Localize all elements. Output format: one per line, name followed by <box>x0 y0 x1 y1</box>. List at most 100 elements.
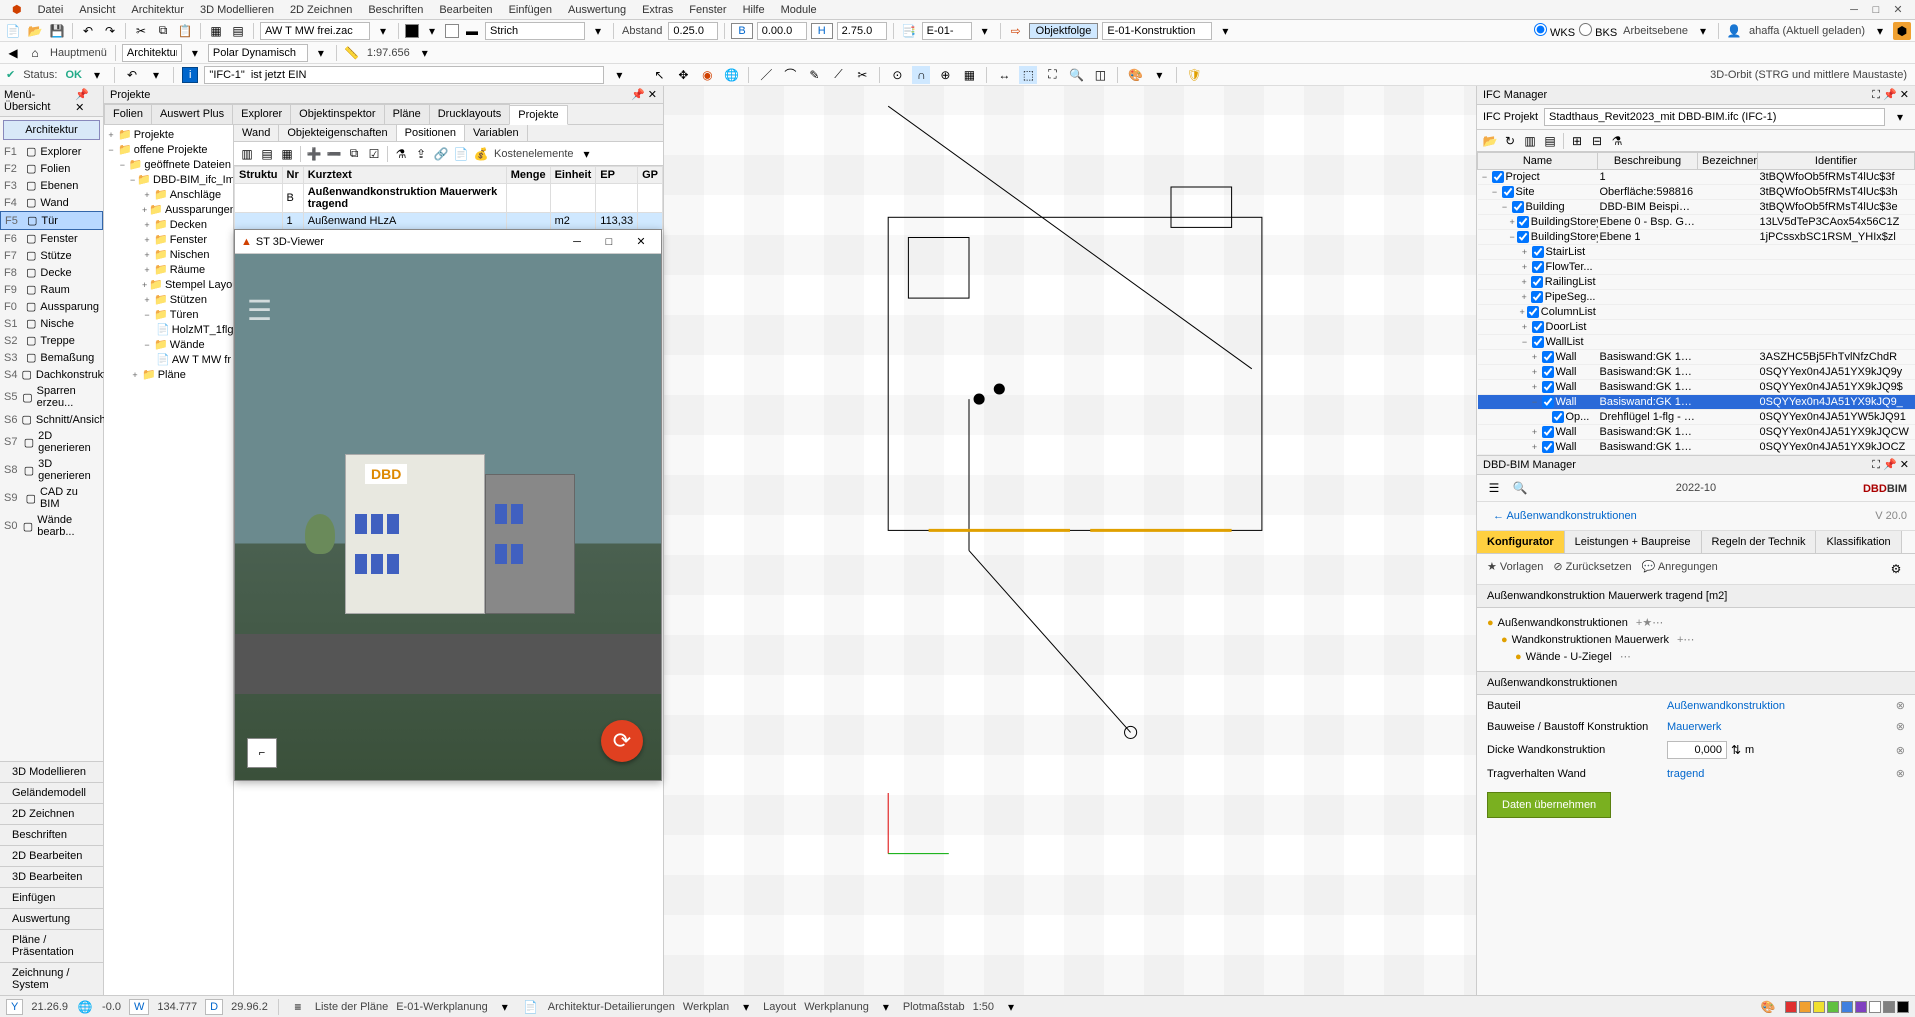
pos-col[interactable]: Einheit <box>550 167 596 184</box>
plan-name[interactable]: E-01-Werkplanung <box>396 1001 488 1013</box>
ifc-row[interactable]: +PipeSeg... <box>1478 290 1915 305</box>
ifc-checkbox[interactable] <box>1542 351 1554 363</box>
ifc-row[interactable]: −BuildingStoreyEbene 11jPCssxbSC1RSM_YHI… <box>1478 230 1915 245</box>
shield-icon[interactable]: 🛡 <box>1185 66 1203 84</box>
architektur-button[interactable]: Architektur <box>3 120 100 140</box>
tab-auswertplus[interactable]: Auswert Plus <box>151 104 233 124</box>
dbd-submit-button[interactable]: Daten übernehmen <box>1487 792 1611 818</box>
layers-icon[interactable]: ☰ <box>247 294 272 327</box>
axis-widget[interactable]: ⌐ <box>247 738 277 768</box>
hauptmenu-label[interactable]: Hauptmenü <box>48 47 109 59</box>
tab-explorer[interactable]: Explorer <box>232 104 291 124</box>
drawing-canvas[interactable] <box>664 86 1477 995</box>
fg-color-swatch[interactable] <box>405 24 419 38</box>
snap-grid-icon[interactable]: ▦ <box>960 66 978 84</box>
shortcut-ebenen[interactable]: F3▢Ebenen <box>0 177 103 194</box>
shortcut-tr[interactable]: F5▢Tür <box>0 211 103 230</box>
arbeitsebene-dropdown-icon[interactable]: ▾ <box>1694 22 1712 40</box>
shortcut-raum[interactable]: F9▢Raum <box>0 281 103 298</box>
dbd-bc-item[interactable]: ●Wandkonstruktionen Mauerwerk+⋯ <box>1487 631 1905 648</box>
objektfolge-icon[interactable]: ⇨ <box>1007 22 1025 40</box>
tab-folien[interactable]: Folien <box>104 104 152 124</box>
ifc-checkbox[interactable] <box>1531 276 1543 288</box>
color-swatch[interactable] <box>1869 1001 1881 1013</box>
dbd-bc-item[interactable]: ●Wände - U-Ziegel⋯ <box>1487 648 1905 665</box>
dbd-prop-delete-icon[interactable]: ⊗ <box>1896 744 1905 757</box>
shortcut-dgenerieren[interactable]: S7▢2D generieren <box>0 428 103 456</box>
view-3d-icon[interactable]: ◫ <box>1091 66 1109 84</box>
bottom-btn-auswertung[interactable]: Auswertung <box>0 908 103 929</box>
color-swatch[interactable] <box>1883 1001 1895 1013</box>
dbd-panel-controls[interactable]: ⛶ 📌 ✕ <box>1872 458 1909 472</box>
project-tree[interactable]: +📁Projekte−📁offene Projekte−📁geöffnete D… <box>104 125 234 995</box>
y-indicator[interactable]: Y <box>6 999 23 1015</box>
grid-icon[interactable]: ▦ <box>207 22 225 40</box>
subtab-variablen[interactable]: Variablen <box>465 125 528 141</box>
ifc-tree1-icon[interactable]: ▥ <box>1521 132 1539 150</box>
dbd-back-link[interactable]: ← Außenwandkonstruktionen <box>1485 506 1645 526</box>
dim-tool-icon[interactable]: ↔ <box>995 66 1013 84</box>
line-dropdown-icon[interactable]: ▾ <box>589 22 607 40</box>
bottom-btn-gelndemodell[interactable]: Geländemodell <box>0 782 103 803</box>
ifc-row[interactable]: +WallBasiswand:GK 12.5:S...0SQYYex0n4JA5… <box>1478 425 1915 440</box>
ifc-checkbox[interactable] <box>1531 291 1543 303</box>
ifc-checkbox[interactable] <box>1542 396 1554 408</box>
shortcut-cadzubim[interactable]: S9▢CAD zu BIM <box>0 484 103 512</box>
d-indicator[interactable]: D <box>205 999 223 1015</box>
snap-mid-icon[interactable]: ∩ <box>912 66 930 84</box>
select-tool-icon[interactable]: ↖ <box>650 66 668 84</box>
menu-beschriften[interactable]: Beschriften <box>360 2 431 18</box>
menu-einfuegen[interactable]: Einfügen <box>501 2 560 18</box>
status-dropdown-icon[interactable]: ▾ <box>88 66 106 84</box>
dbd-vorlagen-action[interactable]: ★ Vorlagen <box>1487 560 1543 578</box>
3d-viewer-scene[interactable]: ☰ DBD ⟳ ⌐ <box>235 254 661 780</box>
dbd-search-icon[interactable]: 🔍 <box>1511 479 1529 497</box>
dbd-anreg-action[interactable]: 💬 Anregungen <box>1642 560 1718 578</box>
ifc-checkbox[interactable] <box>1532 246 1544 258</box>
undo-icon[interactable]: ↶ <box>79 22 97 40</box>
ifc-checkbox[interactable] <box>1532 336 1544 348</box>
dbd-reset-action[interactable]: ⊘ Zurücksetzen <box>1553 560 1631 578</box>
layer-select[interactable] <box>922 22 972 40</box>
cost-dropdown-icon[interactable]: ▾ <box>578 145 596 163</box>
copy-icon[interactable]: ⧉ <box>154 22 172 40</box>
measure-tool-icon[interactable]: ⟋ <box>829 66 847 84</box>
3d-viewer-min-icon[interactable]: ─ <box>563 232 591 252</box>
tree-node[interactable]: −📁geöffnete Dateien <box>106 157 231 172</box>
menu-ansicht[interactable]: Ansicht <box>71 2 123 18</box>
pos-col[interactable]: EP <box>596 167 638 184</box>
link-icon[interactable]: 🔗 <box>432 145 450 163</box>
shortcut-dgenerieren[interactable]: S8▢3D generieren <box>0 456 103 484</box>
menu-hilfe[interactable]: Hilfe <box>735 2 773 18</box>
orbit-tool-icon[interactable]: ◉ <box>698 66 716 84</box>
tree-node[interactable]: 📄HolzMT_1flg <box>106 322 231 337</box>
edit-tool-icon[interactable]: ✎ <box>805 66 823 84</box>
color-swatch[interactable] <box>1799 1001 1811 1013</box>
shortcut-sparrenerzeu[interactable]: S5▢Sparren erzeu... <box>0 383 103 411</box>
abstand-input[interactable] <box>668 22 718 40</box>
save-icon[interactable]: 💾 <box>48 22 66 40</box>
ifc-open-icon[interactable]: 📂 <box>1481 132 1499 150</box>
status-message[interactable] <box>204 66 604 84</box>
shortcut-aussparung[interactable]: F0▢Aussparung <box>0 298 103 315</box>
ifc-table[interactable]: Name Beschreibung Bezeichner Identifier … <box>1477 152 1915 455</box>
ifc-checkbox[interactable] <box>1532 321 1544 333</box>
ifc-row[interactable]: +RailingList <box>1478 275 1915 290</box>
tree-node[interactable]: 📄AW T MW fr <box>106 352 231 367</box>
line-pattern-icon[interactable]: ▬ <box>463 22 481 40</box>
file-dropdown-icon[interactable]: ▾ <box>374 22 392 40</box>
ifc-checkbox[interactable] <box>1552 411 1564 423</box>
ifc-checkbox[interactable] <box>1517 231 1529 243</box>
ifc-row[interactable]: +WallBasiswand:GK 12.5:S...0SQYYex0n4JA5… <box>1478 440 1915 455</box>
shortcut-wand[interactable]: F4▢Wand <box>0 194 103 211</box>
b-input[interactable] <box>757 22 807 40</box>
shortcut-nische[interactable]: S1▢Nische <box>0 315 103 332</box>
render-dropdown-icon[interactable]: ▾ <box>1150 66 1168 84</box>
open-file-icon[interactable]: 📂 <box>26 22 44 40</box>
bottom-btn-dbearbeiten[interactable]: 2D Bearbeiten <box>0 845 103 866</box>
ifc-checkbox[interactable] <box>1502 186 1514 198</box>
line-tool-icon[interactable]: ／ <box>757 66 775 84</box>
row-copy-icon[interactable]: ⧉ <box>345 145 363 163</box>
tree-node[interactable]: +📁Aussparungen <box>106 202 231 217</box>
redo-icon[interactable]: ↷ <box>101 22 119 40</box>
